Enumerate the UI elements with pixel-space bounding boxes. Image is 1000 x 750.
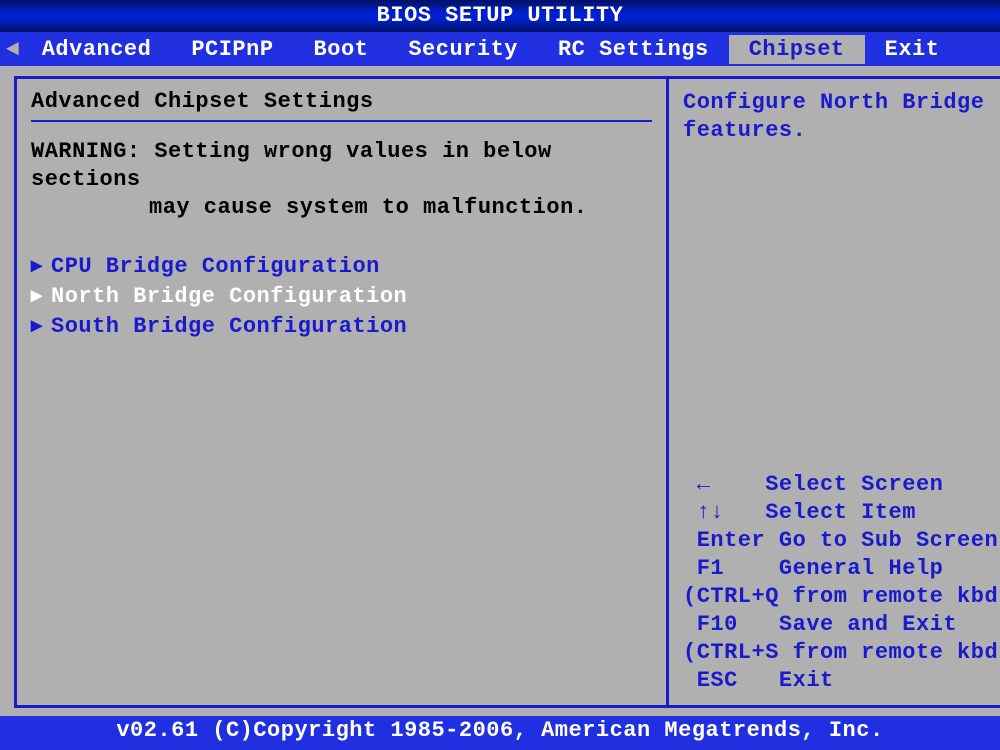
menu-tab-pcipnp[interactable]: PCIPnP [171, 35, 293, 64]
footer-text: v02.61 (C)Copyright 1985-2006, American … [116, 718, 883, 743]
help-panel: Configure North Bridge features. ← Selec… [666, 76, 1000, 708]
key-row-ctrl-q-note: (CTRL+Q from remote kbd) [683, 583, 1000, 611]
key-row-esc: ESC Exit [683, 667, 1000, 695]
app-title: BIOS SETUP UTILITY [377, 3, 624, 28]
menu-tab-chipset[interactable]: Chipset [729, 35, 865, 64]
submenu-cpu-bridge[interactable]: ▸ CPU Bridge Configuration [31, 252, 652, 282]
menu-bar: ◄ Advanced PCIPnP Boot Security RC Setti… [0, 32, 1000, 66]
key-legend: ← Select Screen ↑↓ Select Item Enter Go … [683, 471, 1000, 695]
menu-tab-exit[interactable]: Exit [865, 35, 960, 64]
submenu-north-bridge[interactable]: ▸ North Bridge Configuration [31, 282, 652, 312]
submenu-list: ▸ CPU Bridge Configuration ▸ North Bridg… [31, 252, 652, 342]
key-row-enter: Enter Go to Sub Screen [683, 527, 1000, 555]
warning-line-2: may cause system to malfunction. [31, 194, 652, 222]
submenu-label: South Bridge Configuration [51, 312, 407, 342]
submenu-arrow-icon: ▸ [31, 252, 51, 282]
submenu-arrow-icon: ▸ [31, 282, 51, 312]
main-panel: Advanced Chipset Settings WARNING: Setti… [14, 76, 666, 708]
key-row-select-screen: ← Select Screen [683, 471, 1000, 499]
key-row-f10: F10 Save and Exit [683, 611, 1000, 639]
menu-tab-boot[interactable]: Boot [294, 35, 389, 64]
menu-tab-advanced[interactable]: Advanced [22, 35, 172, 64]
warning-label: WARNING: [31, 139, 141, 164]
body-area: Advanced Chipset Settings WARNING: Setti… [0, 66, 1000, 716]
menu-tab-rc-settings[interactable]: RC Settings [538, 35, 729, 64]
key-row-select-item: ↑↓ Select Item [683, 499, 1000, 527]
page-heading: Advanced Chipset Settings [31, 89, 652, 114]
warning-text: WARNING: Setting wrong values in below s… [31, 138, 652, 222]
key-row-ctrl-s-note: (CTRL+S from remote kbd) [683, 639, 1000, 667]
footer-bar: v02.61 (C)Copyright 1985-2006, American … [0, 716, 1000, 750]
bios-screen: BIOS SETUP UTILITY ◄ Advanced PCIPnP Boo… [0, 0, 1000, 750]
submenu-label: North Bridge Configuration [51, 282, 407, 312]
key-row-f1: F1 General Help [683, 555, 1000, 583]
menu-tab-security[interactable]: Security [388, 35, 538, 64]
submenu-south-bridge[interactable]: ▸ South Bridge Configuration [31, 312, 652, 342]
title-bar: BIOS SETUP UTILITY [0, 0, 1000, 32]
menu-scroll-left-icon[interactable]: ◄ [4, 37, 22, 62]
heading-divider [31, 120, 652, 122]
submenu-label: CPU Bridge Configuration [51, 252, 380, 282]
submenu-arrow-icon: ▸ [31, 312, 51, 342]
context-help-text: Configure North Bridge features. [683, 89, 1000, 145]
